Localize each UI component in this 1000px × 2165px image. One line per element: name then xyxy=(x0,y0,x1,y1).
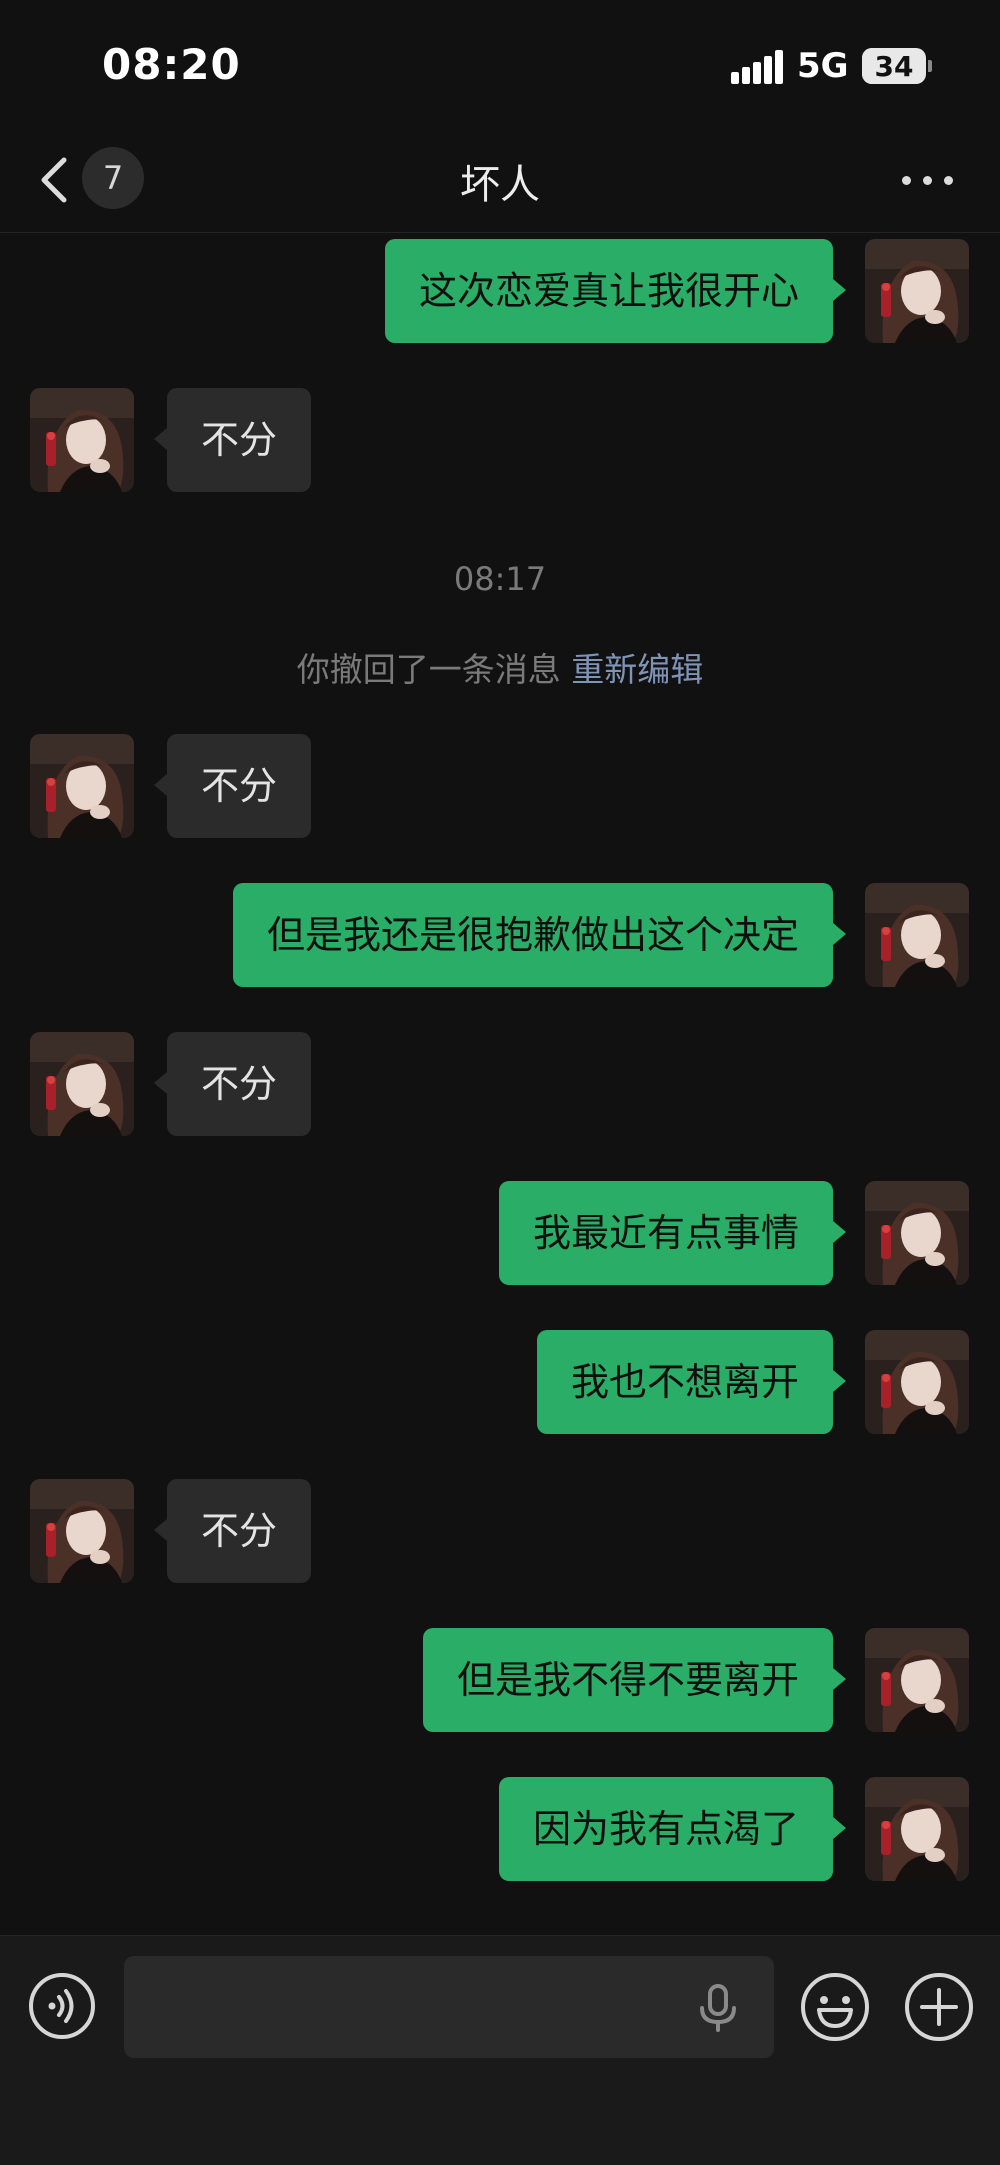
outgoing-message: 但是我不得不要离开 xyxy=(0,1628,1000,1732)
network-type: 5G xyxy=(797,46,849,86)
more-functions-button[interactable] xyxy=(904,1972,974,2042)
bubble-tail xyxy=(833,1817,846,1839)
outgoing-message: 这次恋爱真让我很开心 xyxy=(0,239,1000,343)
bubble-tail xyxy=(833,923,846,945)
microphone-icon[interactable] xyxy=(698,1984,738,2032)
message-bubble[interactable]: 不分 xyxy=(167,388,312,492)
input-bar xyxy=(0,1935,1000,2165)
message-input[interactable] xyxy=(124,1956,774,2058)
bubble-tail xyxy=(833,1370,846,1392)
voice-toggle-button[interactable] xyxy=(28,1972,96,2040)
outgoing-message: 我也不想离开 xyxy=(0,1330,1000,1434)
message-bubble[interactable]: 我最近有点事情 xyxy=(498,1181,833,1285)
recall-notice-text: 你撤回了一条消息 xyxy=(296,650,561,689)
emoji-button[interactable] xyxy=(800,1972,870,2042)
contact-avatar[interactable] xyxy=(30,1479,134,1583)
chat-title: 坏人 xyxy=(460,162,540,208)
more-options-button[interactable] xyxy=(898,156,958,202)
incoming-message: 不分 xyxy=(0,734,1000,838)
message-bubble[interactable]: 但是我不得不要离开 xyxy=(422,1628,833,1732)
my-avatar[interactable] xyxy=(865,1181,969,1285)
chat-header: 7 坏人 xyxy=(0,130,1000,233)
incoming-message: 不分 xyxy=(0,1032,1000,1136)
emoji-icon xyxy=(801,1973,869,2041)
message-bubble[interactable]: 不分 xyxy=(167,1479,312,1583)
plus-icon xyxy=(905,1973,973,2041)
status-bar: 08:20 5G 34 xyxy=(0,0,1000,130)
contact-avatar[interactable] xyxy=(30,388,134,492)
battery-icon: 34 xyxy=(862,48,926,84)
outgoing-message: 我最近有点事情 xyxy=(0,1181,1000,1285)
battery-nub xyxy=(928,60,932,72)
voice-toggle-icon xyxy=(29,1973,95,2039)
bubble-tail xyxy=(154,428,167,450)
bubble-tail xyxy=(154,1519,167,1541)
outgoing-message: 因为我有点渴了 xyxy=(0,1777,1000,1881)
outgoing-message: 但是我还是很抱歉做出这个决定 xyxy=(0,883,1000,987)
bubble-tail xyxy=(833,1221,846,1243)
my-avatar[interactable] xyxy=(865,1777,969,1881)
my-avatar[interactable] xyxy=(865,1628,969,1732)
incoming-message: 不分 xyxy=(0,388,1000,492)
bubble-tail xyxy=(833,1668,846,1690)
contact-avatar[interactable] xyxy=(30,1032,134,1136)
message-bubble[interactable]: 不分 xyxy=(167,1032,312,1136)
status-time: 08:20 xyxy=(102,40,241,89)
message-bubble[interactable]: 但是我还是很抱歉做出这个决定 xyxy=(232,883,833,987)
chat-screen: 08:20 5G 34 7 坏人 这次恋爱真让我很开心 不分 不分但是我还是很抱… xyxy=(0,0,1000,2165)
re-edit-link[interactable]: 重新编辑 xyxy=(571,650,703,689)
battery-percent: 34 xyxy=(874,50,914,83)
message-bubble[interactable]: 不分 xyxy=(167,734,312,838)
message-bubble[interactable]: 我也不想离开 xyxy=(536,1330,833,1434)
recall-notice: 你撤回了一条消息 重新编辑 xyxy=(0,643,1000,691)
message-timestamp: 08:17 xyxy=(453,560,547,598)
my-avatar[interactable] xyxy=(865,883,969,987)
my-avatar[interactable] xyxy=(865,1330,969,1434)
my-avatar[interactable] xyxy=(865,239,969,343)
bubble-tail xyxy=(154,1072,167,1094)
message-bubble[interactable]: 因为我有点渴了 xyxy=(498,1777,833,1881)
cellular-signal-icon xyxy=(731,50,783,84)
more-dots-icon xyxy=(902,176,911,185)
bubble-tail xyxy=(154,774,167,796)
contact-avatar[interactable] xyxy=(30,734,134,838)
bubble-tail xyxy=(833,279,846,301)
message-bubble[interactable]: 这次恋爱真让我很开心 xyxy=(384,239,833,343)
incoming-message: 不分 xyxy=(0,1479,1000,1583)
